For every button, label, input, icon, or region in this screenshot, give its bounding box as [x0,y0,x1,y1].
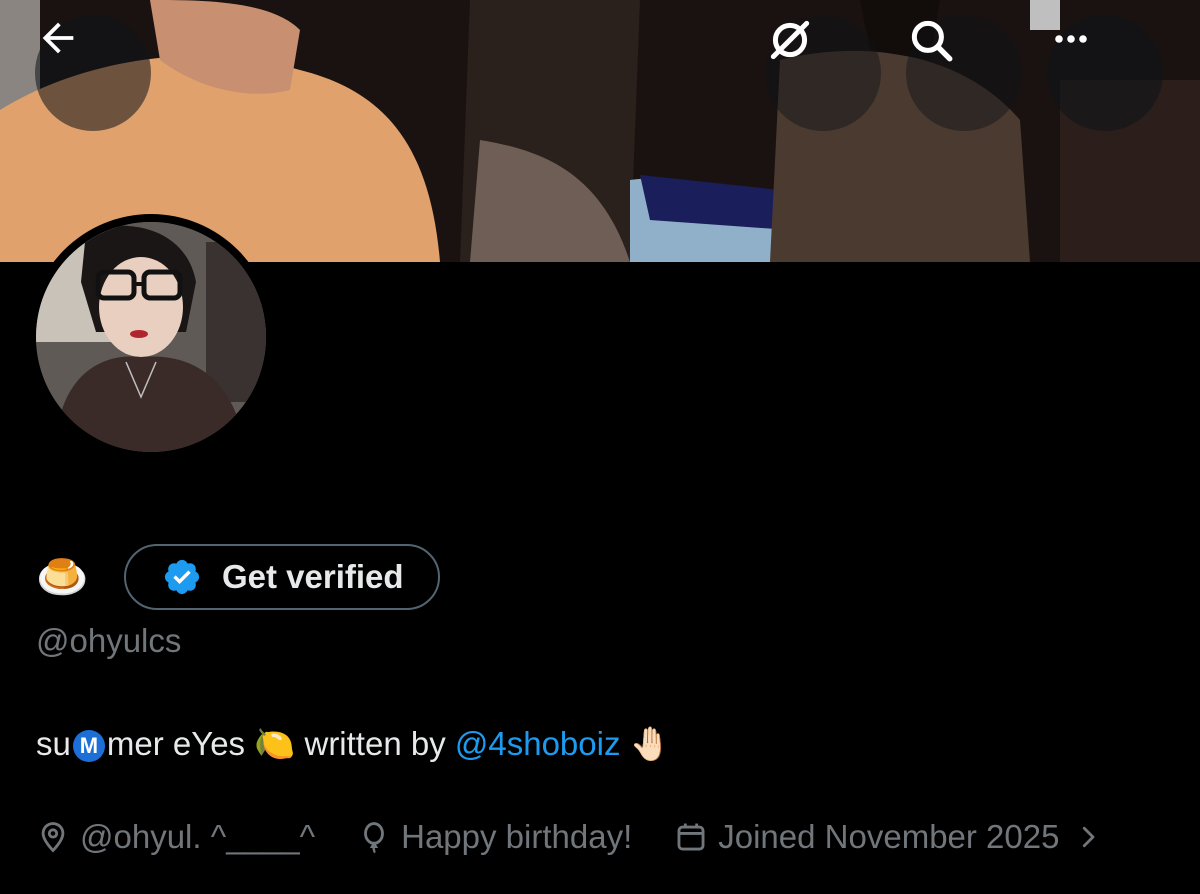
bio-text-2: mer eYes [106,725,255,762]
more-horizontal-icon [1055,35,1087,43]
grok-button[interactable] [765,15,881,131]
location-item: @ohyul. ^____^ [36,818,315,856]
grok-sync-icon [770,20,810,60]
search-icon [911,20,953,62]
arrow-left-icon [42,22,74,54]
birthday-item: Happy birthday! [357,818,632,856]
get-verified-button[interactable]: Get verified [124,544,440,610]
bio-text-1: su [36,725,71,762]
location-pin-icon [41,822,65,853]
name-row: 🍮 Get verified [36,542,440,612]
profile-bio: su Mmer eYes 🍋 written by @4shoboiz 🤚🏻 [36,725,671,764]
bio-mention-link[interactable]: @4shoboiz [455,725,621,762]
birthday-text: Happy birthday! [401,818,633,855]
joined-item[interactable]: Joined November 2025 [674,818,1113,856]
profile-handle: @ohyulcs [36,622,182,659]
location-text: @ohyul. ^____^ [80,818,316,855]
get-verified-label: Get verified [222,558,404,595]
balloon-icon [364,822,385,854]
hand-emoji: 🤚🏻 [620,725,671,762]
profile-meta: @ohyul. ^____^ Happy birthday! Joined No… [36,812,1113,862]
search-button[interactable] [906,15,1022,131]
more-options-button[interactable] [1047,15,1163,131]
avatar-container [28,214,274,460]
display-name: 🍮 [36,553,89,600]
avatar[interactable] [36,222,266,452]
back-button[interactable] [35,15,151,131]
avatar-photo [36,222,266,452]
verified-badge-icon [164,559,200,595]
bio-text-3: written by [295,725,455,762]
bio-m-circle: M [72,730,105,762]
chevron-right-icon [1083,826,1095,848]
lemon-emoji: 🍋 [254,725,296,762]
joined-text: Joined November 2025 [718,818,1060,855]
calendar-icon [677,823,705,851]
